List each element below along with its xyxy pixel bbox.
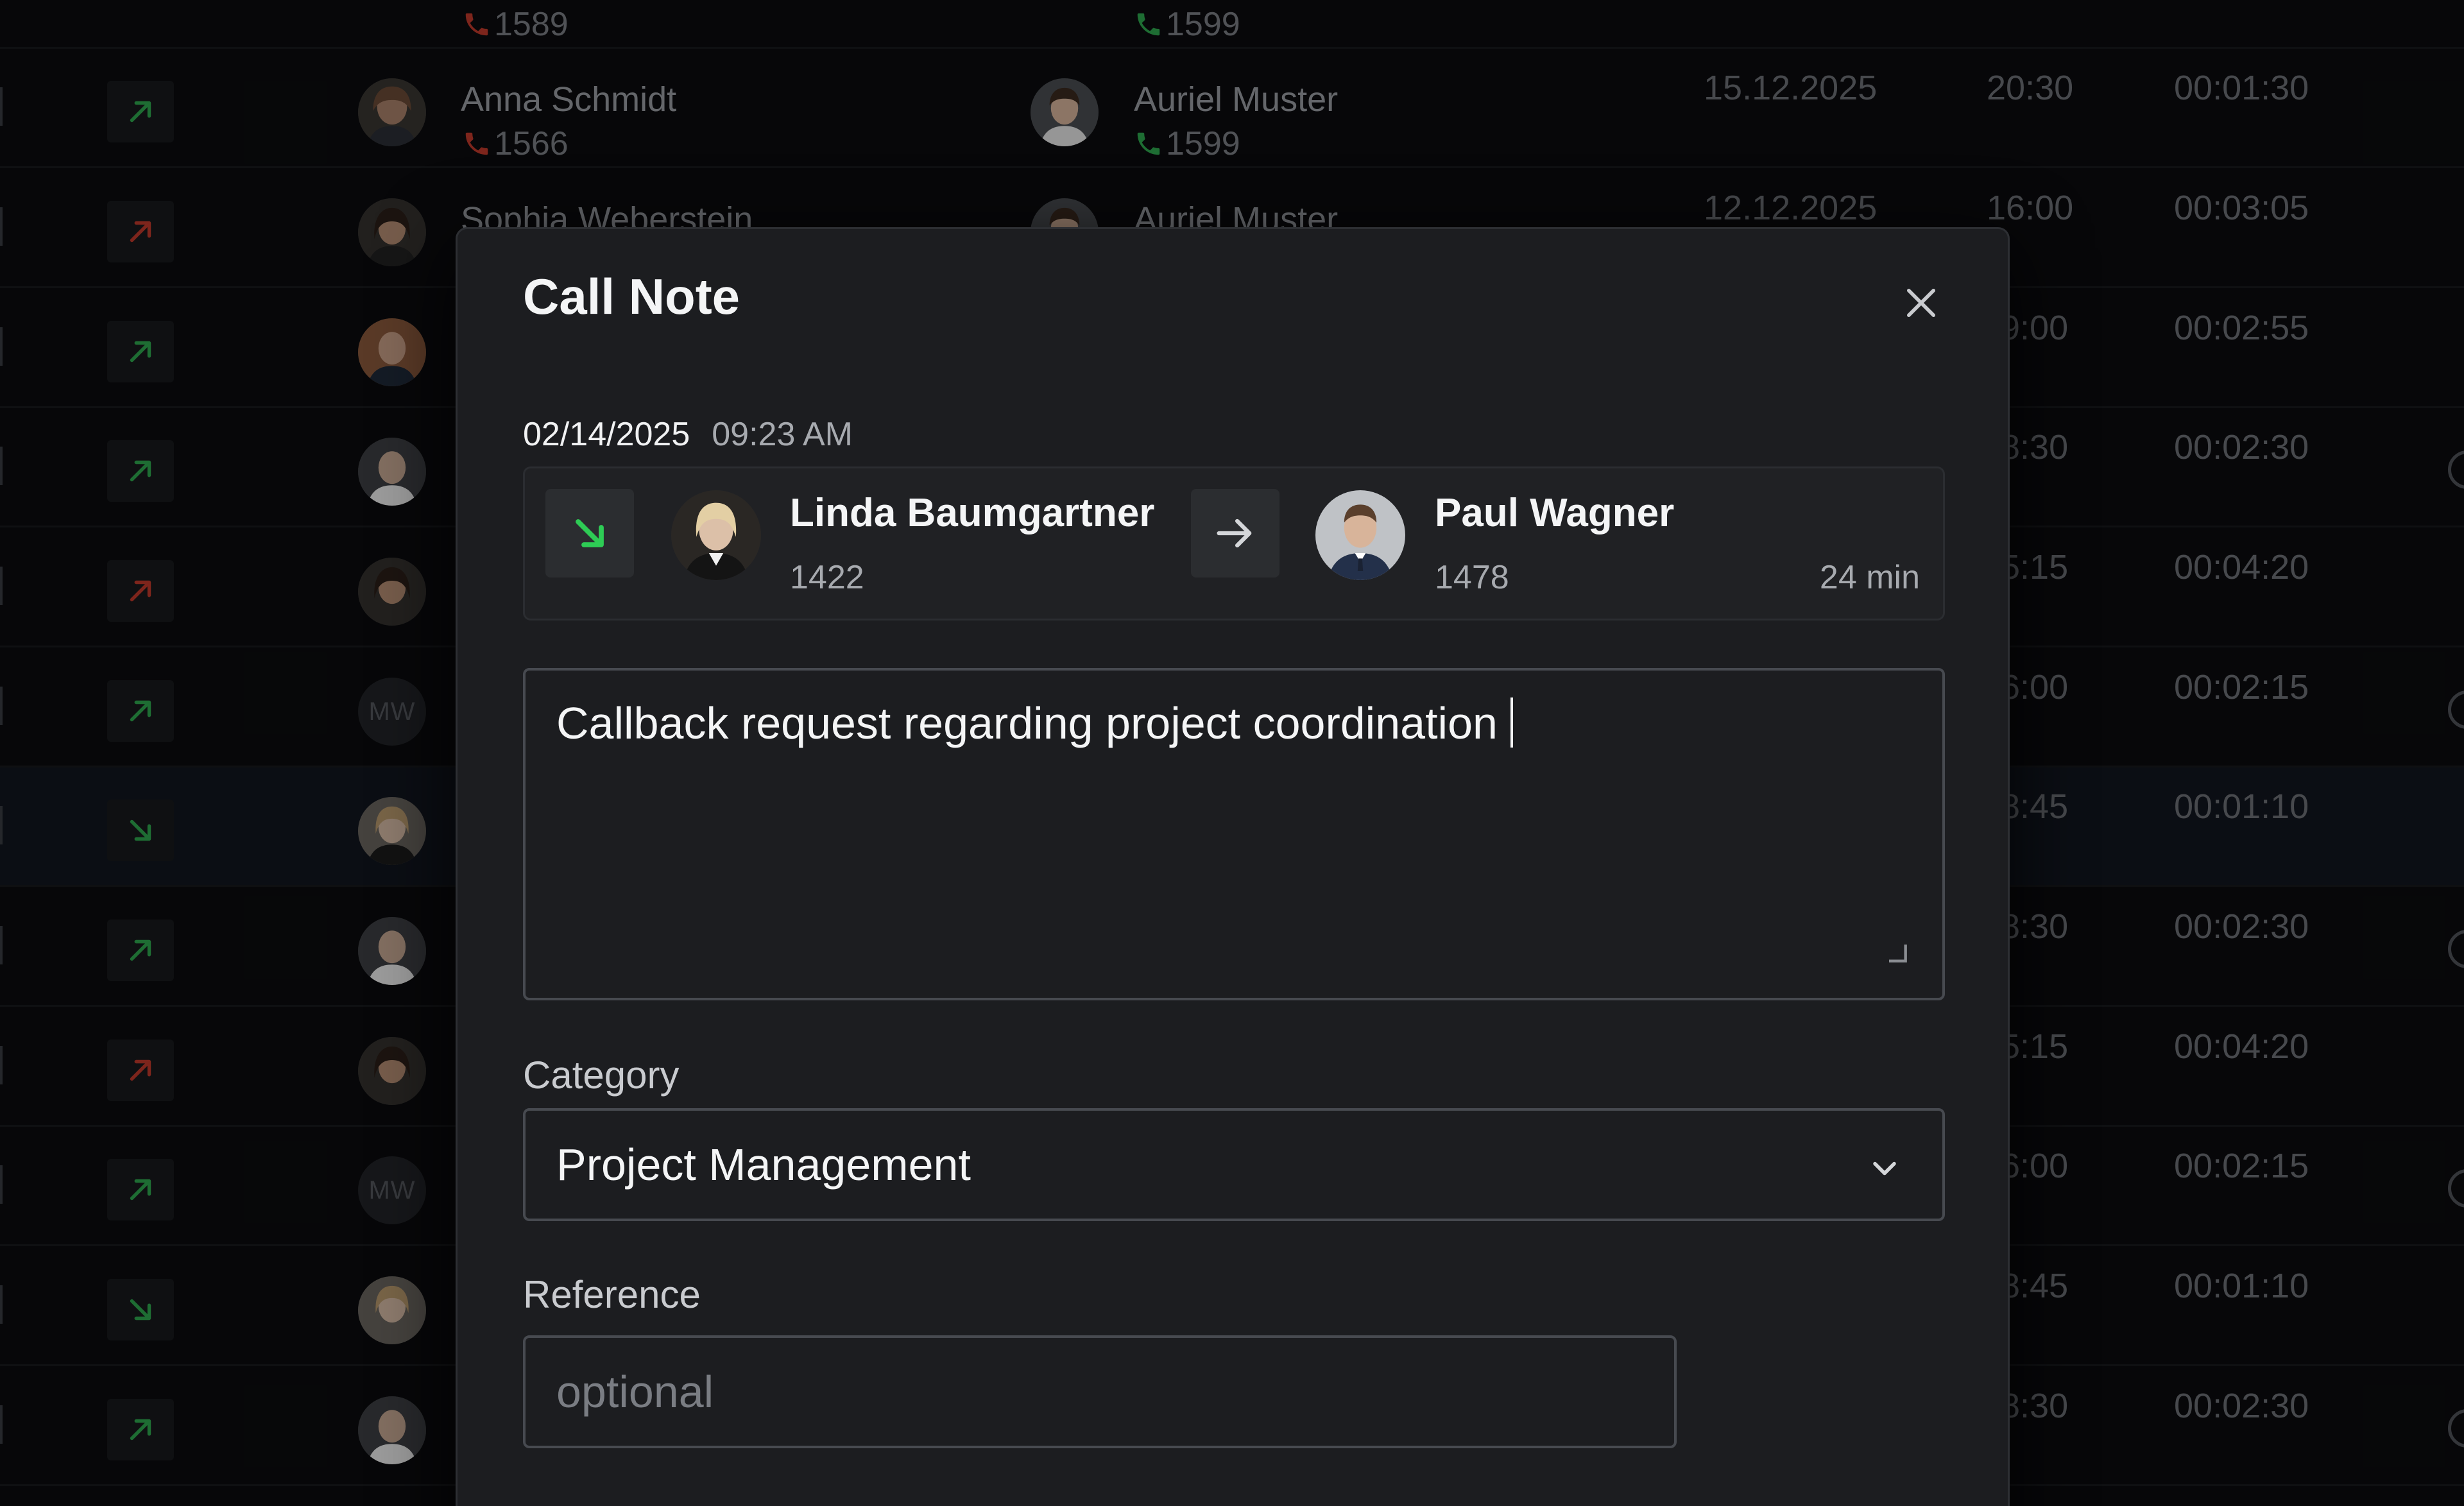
close-button[interactable] bbox=[1892, 274, 1950, 332]
call-date: 02/14/2025 bbox=[523, 416, 690, 453]
call-duration: 24 min bbox=[1819, 559, 1920, 596]
arrow-right-icon bbox=[1217, 518, 1252, 548]
caller-extension: 1422 bbox=[790, 559, 864, 596]
app-page: 1589 1599 Anna Schmidt 1566 Auriel Muste… bbox=[0, 0, 2464, 1506]
close-icon bbox=[1907, 289, 1935, 317]
chevron-down-icon bbox=[1865, 1149, 1904, 1188]
callee-avatar bbox=[1315, 490, 1405, 580]
direction-badge bbox=[545, 489, 634, 578]
call-summary-card: Linda Baumgartner 1422 Paul Wagner 1478 … bbox=[523, 466, 1945, 620]
category-select[interactable]: Project Management bbox=[523, 1108, 1945, 1221]
note-text: Callback request regarding project coord… bbox=[556, 698, 1498, 748]
transfer-arrow bbox=[1191, 489, 1279, 578]
note-textarea[interactable]: Callback request regarding project coord… bbox=[523, 668, 1945, 1000]
dialog-title: Call Note bbox=[523, 268, 740, 325]
callee-name: Paul Wagner bbox=[1435, 491, 1675, 535]
call-time: 09:23 AM bbox=[712, 416, 853, 453]
category-value: Project Management bbox=[556, 1140, 971, 1190]
category-label: Category bbox=[523, 1054, 680, 1097]
reference-label: Reference bbox=[523, 1273, 701, 1316]
caller-name: Linda Baumgartner bbox=[790, 491, 1155, 535]
reference-input[interactable] bbox=[523, 1335, 1677, 1448]
arrow-down-right-icon bbox=[576, 519, 604, 547]
text-caret bbox=[1510, 697, 1513, 748]
caller-avatar bbox=[671, 490, 761, 580]
resize-handle-icon[interactable] bbox=[1882, 937, 1910, 966]
callee-extension: 1478 bbox=[1435, 559, 1509, 596]
call-note-dialog: Call Note 02/14/2025 09:23 AM Linda Baumg… bbox=[456, 227, 2010, 1506]
call-timestamp: 02/14/2025 09:23 AM bbox=[523, 415, 853, 454]
